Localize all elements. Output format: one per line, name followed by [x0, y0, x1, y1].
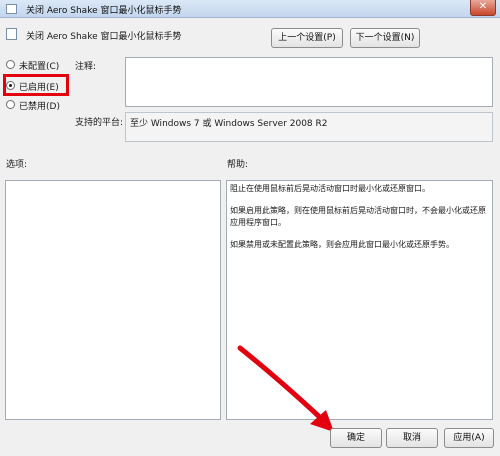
help-paragraph: 如果禁用或未配置此策略，则会应用此窗口最小化或还原手势。	[230, 240, 454, 249]
next-setting-button[interactable]: 下一个设置(N)	[350, 28, 420, 48]
radio-label: 未配置(C)	[19, 62, 60, 72]
title-bar[interactable]: 关闭 Aero Shake 窗口最小化鼠标手势 ✕	[0, 0, 500, 18]
platform-field: 至少 Windows 7 或 Windows Server 2008 R2	[125, 112, 493, 142]
window-title: 关闭 Aero Shake 窗口最小化鼠标手势	[26, 6, 182, 16]
help-paragraph: 如果启用此策略，则在使用鼠标前后晃动活动窗口时，不会最小化或还原应用程序窗口。	[230, 206, 486, 227]
radio-button[interactable]	[6, 60, 15, 69]
radio-button[interactable]	[6, 100, 15, 109]
cancel-button[interactable]: 取消	[386, 428, 438, 448]
header-row: 关闭 Aero Shake 窗口最小化鼠标手势 上一个设置(P) 下一个设置(N…	[0, 18, 500, 54]
setting-title: 关闭 Aero Shake 窗口最小化鼠标手势	[26, 32, 182, 42]
options-label: 选项:	[6, 160, 28, 170]
close-button[interactable]: ✕	[470, 0, 496, 16]
apply-button[interactable]: 应用(A)	[444, 428, 494, 448]
previous-setting-button[interactable]: 上一个设置(P)	[271, 28, 343, 48]
policy-icon	[6, 4, 17, 14]
comment-label: 注释:	[75, 62, 97, 72]
ok-button[interactable]: 确定	[330, 428, 382, 448]
help-paragraph: 阻止在使用鼠标前后晃动活动窗口时最小化或还原窗口。	[230, 184, 430, 193]
comment-field[interactable]	[125, 57, 493, 107]
highlight-annotation	[3, 74, 69, 96]
help-label: 帮助:	[227, 160, 249, 170]
platform-label: 支持的平台:	[75, 118, 124, 128]
options-pane[interactable]	[5, 180, 221, 420]
radio-label: 已禁用(D)	[19, 102, 60, 112]
setting-icon	[6, 28, 17, 40]
platform-value: 至少 Windows 7 或 Windows Server 2008 R2	[130, 119, 328, 129]
